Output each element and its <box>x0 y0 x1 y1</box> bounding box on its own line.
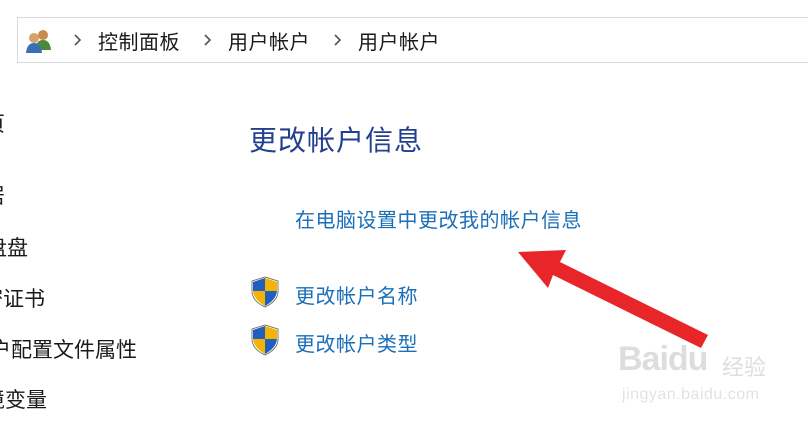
breadcrumb-item-user-accounts[interactable]: 用户帐户 <box>228 26 310 55</box>
nav-item-environment-variables[interactable]: 境变量 <box>0 384 176 414</box>
control-panel-window: 控制面板 用户帐户 用户帐户 页 居 盘盘 密证书 户配置文件属性 境变量 更改… <box>0 0 808 422</box>
change-account-type-link[interactable]: 更改帐户类型 <box>295 328 418 357</box>
nav-item-profile-properties[interactable]: 户配置文件属性 <box>0 334 176 364</box>
nav-item-certificates[interactable]: 密证书 <box>0 283 176 313</box>
change-account-name-link[interactable]: 更改帐户名称 <box>295 280 418 309</box>
watermark-url: jingyan.baidu.com <box>622 386 760 403</box>
chevron-right-icon[interactable] <box>330 33 344 47</box>
nav-item-reset-disk[interactable]: 盘盘 <box>0 232 176 262</box>
pc-settings-link[interactable]: 在电脑设置中更改我的帐户信息 <box>295 204 582 233</box>
chevron-right-icon[interactable] <box>200 33 214 47</box>
watermark-cn: 经验 <box>722 356 767 381</box>
nav-item-credentials[interactable]: 居 <box>0 180 176 210</box>
baidu-watermark: Baidu 经验 jingyan.baidu.com <box>616 336 766 410</box>
page-title: 更改帐户信息 <box>249 124 424 157</box>
uac-shield-icon <box>250 276 280 308</box>
left-navigation: 页 居 盘盘 密证书 户配置文件属性 境变量 <box>0 0 176 422</box>
nav-item-home[interactable]: 页 <box>0 108 176 138</box>
watermark-brand: Baidu <box>618 340 708 378</box>
breadcrumb-item-user-accounts-current[interactable]: 用户帐户 <box>358 26 440 55</box>
uac-shield-icon <box>250 324 280 356</box>
